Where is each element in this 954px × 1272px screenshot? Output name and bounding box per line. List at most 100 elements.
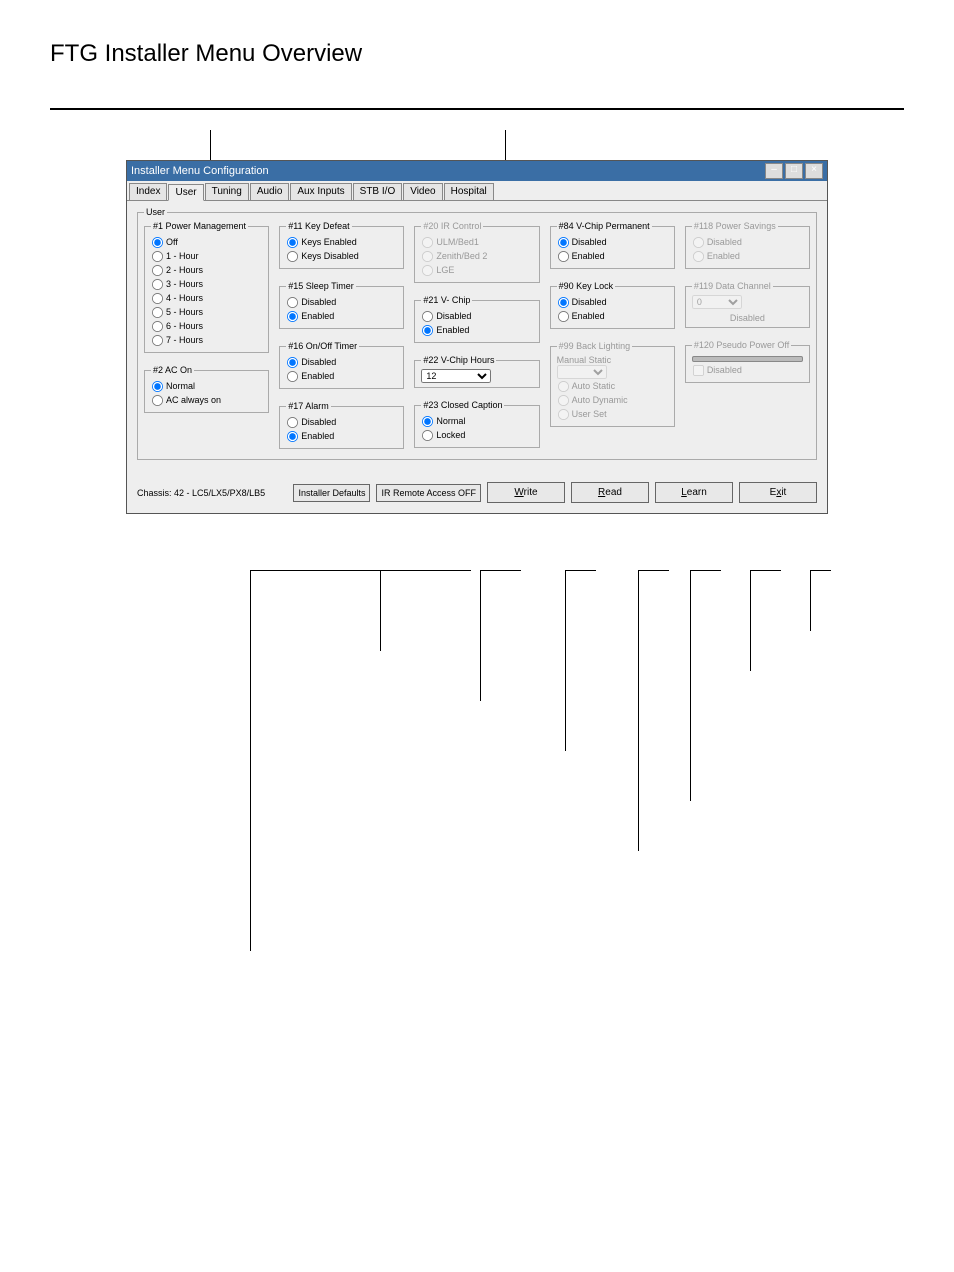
opt-1hr[interactable]: 1 - Hour xyxy=(151,250,262,263)
opt-normal[interactable]: Normal xyxy=(151,380,262,393)
label: Disabled xyxy=(707,365,742,375)
key-defeat-group: #11 Key Defeat Keys Enabled Keys Disable… xyxy=(279,221,404,269)
data-channel-select: 0 xyxy=(692,295,742,309)
opt-disabled[interactable]: Disabled xyxy=(557,236,668,249)
opt-keys-enabled[interactable]: Keys Enabled xyxy=(286,236,397,249)
back-lighting-group: #99 Back Lighting Manual Static Auto Sta… xyxy=(550,341,675,427)
tab-audio[interactable]: Audio xyxy=(250,183,290,200)
legend: #20 IR Control xyxy=(421,221,483,231)
opt-disabled[interactable]: Disabled xyxy=(286,356,397,369)
opt-3hr[interactable]: 3 - Hours xyxy=(151,278,262,291)
opt-normal[interactable]: Normal xyxy=(421,415,532,428)
opt-disabled[interactable]: Disabled xyxy=(286,416,397,429)
opt-lge: LGE xyxy=(421,264,532,277)
tab-video[interactable]: Video xyxy=(403,183,442,200)
opt-enabled[interactable]: Enabled xyxy=(557,310,668,323)
label: Normal xyxy=(436,416,465,426)
alarm-group: #17 Alarm Disabled Enabled xyxy=(279,401,404,449)
legend: #99 Back Lighting xyxy=(557,341,633,351)
maximize-button[interactable]: □ xyxy=(785,163,803,179)
installer-defaults-button[interactable]: Installer Defaults xyxy=(293,484,370,502)
opt-disabled[interactable]: Disabled xyxy=(557,296,668,309)
tab-index[interactable]: Index xyxy=(129,183,167,200)
tab-user[interactable]: User xyxy=(168,184,203,201)
opt-disabled[interactable]: Disabled xyxy=(421,310,532,323)
tab-stb-io[interactable]: STB I/O xyxy=(353,183,403,200)
label: 3 - Hours xyxy=(166,279,203,289)
label: Disabled xyxy=(707,237,742,247)
label: Enabled xyxy=(707,251,740,261)
opt-enabled[interactable]: Enabled xyxy=(557,250,668,263)
legend: #11 Key Defeat xyxy=(286,221,351,231)
footer-bar: Chassis: 42 - LC5/LX5/PX8/LB5 Installer … xyxy=(127,476,827,513)
opt-locked[interactable]: Locked xyxy=(421,429,532,442)
label: Enabled xyxy=(572,311,605,321)
label: Chassis: xyxy=(137,488,172,498)
opt-user-set: User Set xyxy=(557,408,668,421)
legend: #119 Data Channel xyxy=(692,281,773,291)
opt-enabled[interactable]: Enabled xyxy=(286,310,397,323)
label: Enabled xyxy=(436,325,469,335)
label: 1 - Hour xyxy=(166,251,199,261)
legend: #120 Pseudo Power Off xyxy=(692,340,791,350)
onoff-timer-group: #16 On/Off Timer Disabled Enabled xyxy=(279,341,404,389)
chassis-label: Chassis: 42 - LC5/LX5/PX8/LB5 xyxy=(137,488,265,498)
chassis-value: 42 - LC5/LX5/PX8/LB5 xyxy=(174,488,265,498)
closed-caption-group: #23 Closed Caption Normal Locked xyxy=(414,400,539,448)
opt-2hr[interactable]: 2 - Hours xyxy=(151,264,262,277)
legend: #22 V-Chip Hours xyxy=(421,355,496,365)
opt-disabled: Disabled xyxy=(692,236,803,249)
callout-line xyxy=(480,570,521,701)
learn-button[interactable]: Learn xyxy=(655,482,733,503)
label: Manual Static xyxy=(557,355,668,365)
opt-7hr[interactable]: 7 - Hours xyxy=(151,334,262,347)
label: Auto Static xyxy=(572,381,616,391)
write-button[interactable]: Write xyxy=(487,482,565,503)
label: Disabled xyxy=(301,417,336,427)
label: Keys Enabled xyxy=(301,237,357,247)
opt-enabled: Enabled xyxy=(692,250,803,263)
legend: #21 V- Chip xyxy=(421,295,472,305)
vchip-hours-select[interactable]: 12 xyxy=(421,369,491,383)
chk-disabled: Disabled xyxy=(692,364,803,377)
installer-menu-window: Installer Menu Configuration – □ × Index… xyxy=(126,160,828,514)
opt-ac-always[interactable]: AC always on xyxy=(151,394,262,407)
callout-line xyxy=(690,570,721,801)
label: 6 - Hours xyxy=(166,321,203,331)
exit-button[interactable]: Exit xyxy=(739,482,817,503)
tab-aux-inputs[interactable]: Aux Inputs xyxy=(290,183,351,200)
opt-enabled[interactable]: Enabled xyxy=(286,430,397,443)
tab-hospital[interactable]: Hospital xyxy=(444,183,494,200)
sleep-timer-group: #15 Sleep Timer Disabled Enabled xyxy=(279,281,404,329)
label: AC always on xyxy=(166,395,221,405)
label: 4 - Hours xyxy=(166,293,203,303)
callout-line xyxy=(565,570,596,751)
tab-tuning[interactable]: Tuning xyxy=(205,183,249,200)
opt-6hr[interactable]: 6 - Hours xyxy=(151,320,262,333)
opt-5hr[interactable]: 5 - Hours xyxy=(151,306,262,319)
opt-keys-disabled[interactable]: Keys Disabled xyxy=(286,250,397,263)
vchip-group: #21 V- Chip Disabled Enabled xyxy=(414,295,539,343)
read-button[interactable]: Read xyxy=(571,482,649,503)
legend: #2 AC On xyxy=(151,365,194,375)
pseudo-power-group: #120 Pseudo Power Off Disabled xyxy=(685,340,810,383)
opt-enabled[interactable]: Enabled xyxy=(286,370,397,383)
opt-off[interactable]: Off xyxy=(151,236,262,249)
legend: #23 Closed Caption xyxy=(421,400,504,410)
legend: #90 Key Lock xyxy=(557,281,616,291)
ir-remote-button[interactable]: IR Remote Access OFF xyxy=(376,484,481,502)
legend: #17 Alarm xyxy=(286,401,331,411)
power-management-group: #1 Power Management Off 1 - Hour 2 - Hou… xyxy=(144,221,269,353)
opt-4hr[interactable]: 4 - Hours xyxy=(151,292,262,305)
legend: #1 Power Management xyxy=(151,221,248,231)
opt-disabled[interactable]: Disabled xyxy=(286,296,397,309)
opt-enabled[interactable]: Enabled xyxy=(421,324,532,337)
status-label: Disabled xyxy=(692,313,803,323)
user-group: User #1 Power Management Off 1 - Hour 2 … xyxy=(137,207,817,460)
minimize-button[interactable]: – xyxy=(765,163,783,179)
ir-control-group: #20 IR Control ULM/Bed1 Zenith/Bed 2 LGE xyxy=(414,221,539,283)
label: Disabled xyxy=(301,297,336,307)
close-button[interactable]: × xyxy=(805,163,823,179)
label: Zenith/Bed 2 xyxy=(436,251,487,261)
callout-line xyxy=(505,130,686,161)
